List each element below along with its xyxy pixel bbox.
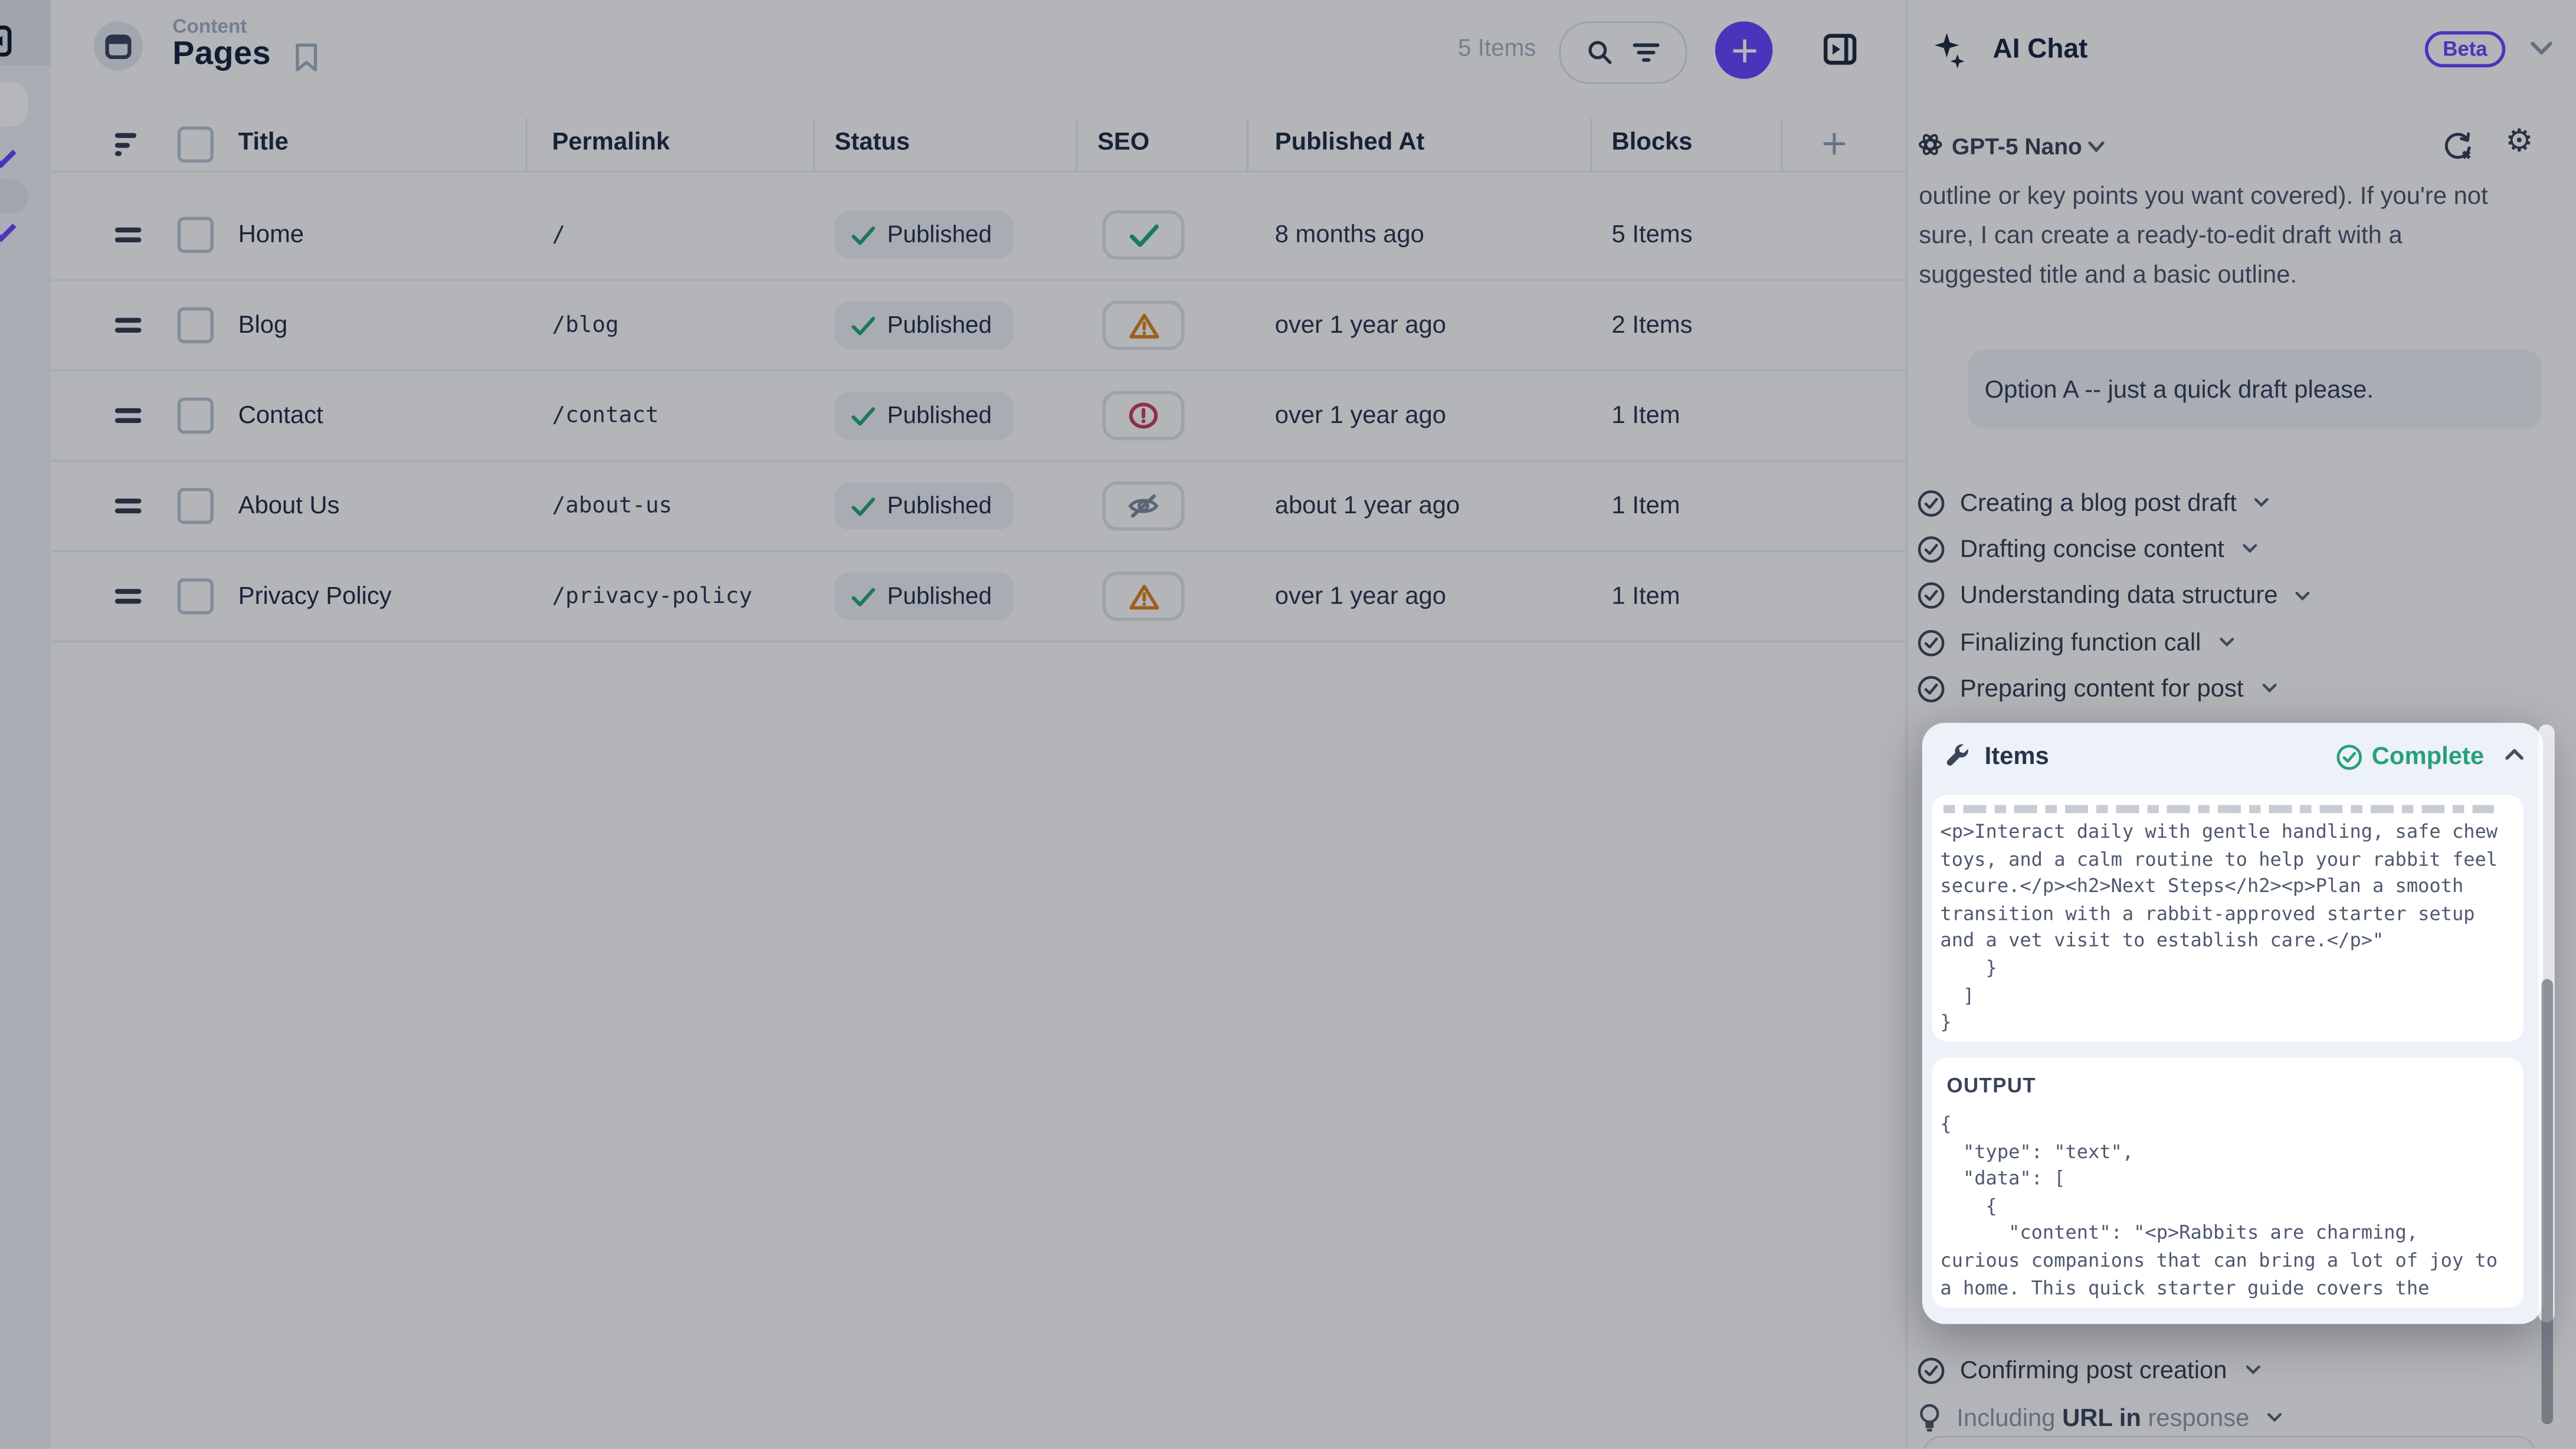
output-label: OUTPUT xyxy=(1947,1074,2511,1097)
chevron-up-icon[interactable] xyxy=(2505,749,2523,760)
app-window: Content Pages 5 Items Title Permalink St… xyxy=(0,0,2576,1449)
clipped-code-line xyxy=(1944,805,2494,813)
input-code-text: <p>Interact daily with gentle handling, … xyxy=(1940,818,2510,1037)
tool-input-code[interactable]: <p>Interact daily with gentle handling, … xyxy=(1932,795,2523,1042)
tool-call-header[interactable]: Items Complete xyxy=(1922,723,2544,788)
scrollbar-thumb[interactable] xyxy=(2541,979,2552,1425)
output-code-text: { "type": "text", "data": [ { "content":… xyxy=(1940,1110,2510,1301)
wrench-icon xyxy=(1945,743,1972,769)
tool-call-card: Items Complete <p>Interact daily with ge… xyxy=(1922,723,2544,1324)
tool-output-code[interactable]: OUTPUT { "type": "text", "data": [ { "co… xyxy=(1932,1058,2523,1307)
tool-call-title: Items xyxy=(1985,743,2049,771)
status-badge: Complete xyxy=(2336,743,2485,771)
